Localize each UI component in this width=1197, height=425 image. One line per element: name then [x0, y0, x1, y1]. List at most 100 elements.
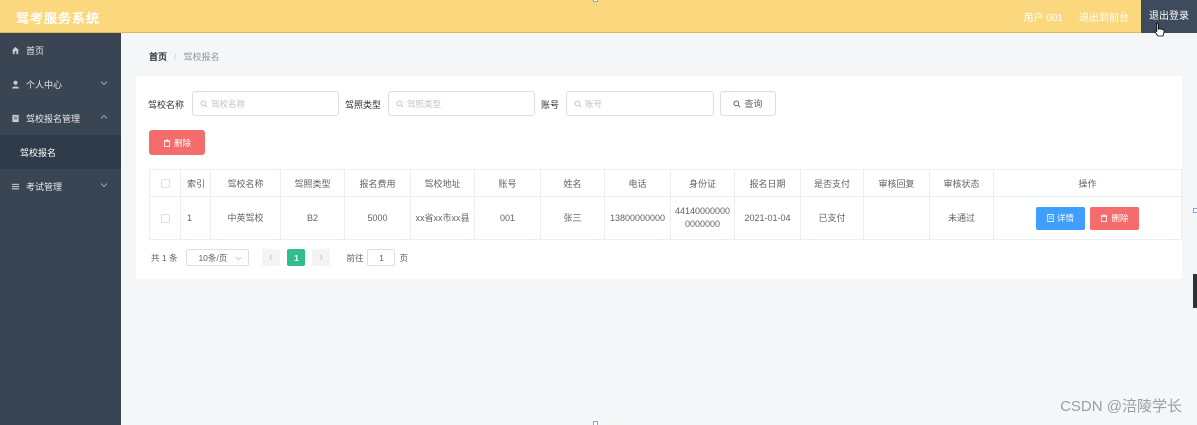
breadcrumb-current: 驾校报名: [183, 52, 220, 62]
table-row: 1 中英驾校 B2 5000 xx省xx市xx县 001 张三 13800000…: [149, 196, 1182, 240]
selection-handle: [593, 0, 598, 2]
cell-phone: 13800000000: [604, 196, 671, 240]
account-label: 账号: [541, 100, 560, 110]
query-button[interactable]: 查询: [720, 91, 776, 116]
sidebar-item-label: 驾校报名管理: [26, 113, 81, 124]
cell-id-card: 441400000000000000: [670, 196, 735, 240]
cell-review-reply: [863, 196, 930, 240]
header-id-card: 身份证: [670, 169, 735, 197]
document-icon: [1047, 214, 1054, 222]
row-checkbox[interactable]: [160, 213, 170, 223]
pagination-total: 共 1 条: [151, 252, 178, 263]
logout-button[interactable]: 退出登录: [1141, 0, 1197, 33]
header-license-type: 驾照类型: [280, 169, 345, 197]
license-type-label: 驾照类型: [345, 100, 382, 110]
top-right-links: 用户 001 退出到前台 退出登录: [1016, 0, 1197, 33]
header-review-status: 审核状态: [929, 169, 994, 197]
table-header-row: 索引 驾校名称 驾照类型 报名费用 驾校地址 账号 姓名 电话 身份证 报名日期…: [149, 169, 1182, 197]
header-paid: 是否支付: [800, 169, 864, 197]
chevron-left-icon: [269, 254, 274, 261]
menu-icon: [10, 181, 20, 191]
user-icon: [10, 79, 20, 89]
account-input[interactable]: 账号: [566, 91, 714, 116]
goto-label: 前往: [346, 252, 364, 263]
chevron-down-icon: [100, 81, 108, 86]
cell-school-name: 中英驾校: [210, 196, 281, 240]
batch-delete-button[interactable]: 删除: [149, 130, 205, 155]
license-type-input[interactable]: 驾照类型: [388, 91, 535, 116]
header-actions: 操作: [993, 169, 1182, 197]
row-checkbox-cell[interactable]: [149, 196, 181, 240]
breadcrumb: 首页 / 驾校报名: [149, 50, 220, 63]
pagination: 共 1 条 10条/页 1 前往 1 页: [151, 249, 408, 266]
prev-page-button[interactable]: [262, 249, 281, 266]
header-account: 账号: [474, 169, 541, 197]
header-fee: 报名费用: [344, 169, 411, 197]
header-address: 驾校地址: [410, 169, 475, 197]
trash-icon: [163, 138, 171, 147]
header-index: 索引: [180, 169, 211, 197]
school-name-placeholder: 驾校名称: [211, 98, 246, 109]
header-review-reply: 审核回复: [863, 169, 930, 197]
row-delete-button[interactable]: 删除: [1090, 206, 1139, 230]
sidebar-item-school-signup[interactable]: 驾校报名: [0, 135, 121, 169]
main-panel: 驾校名称 驾校名称 驾照类型 驾照类型 账号 账号 查询 删除 索引 驾校名称 …: [136, 76, 1182, 279]
cell-review-status: 未通过: [929, 196, 994, 240]
detail-button[interactable]: 详情: [1036, 206, 1085, 230]
school-name-input[interactable]: 驾校名称: [192, 91, 339, 116]
sidebar-item-label: 考试管理: [26, 181, 63, 192]
home-icon: [10, 45, 20, 55]
header-school-name: 驾校名称: [210, 169, 281, 197]
goto-page-input[interactable]: 1: [367, 249, 396, 266]
school-name-label: 驾校名称: [148, 100, 185, 110]
cell-actions: 详情 删除: [993, 196, 1182, 240]
header-date: 报名日期: [734, 169, 801, 197]
query-button-label: 查询: [744, 99, 763, 109]
trash-icon: [1101, 214, 1108, 222]
sidebar-item-label: 个人中心: [26, 79, 63, 90]
cell-license-type: B2: [280, 196, 345, 240]
header-name: 姓名: [540, 169, 605, 197]
cell-address: xx省xx市xx县: [410, 196, 475, 240]
header-phone: 电话: [604, 169, 671, 197]
cell-name: 张三: [540, 196, 605, 240]
top-bar: 驾考服务系统 用户 001 退出到前台 退出登录: [0, 0, 1197, 33]
license-type-placeholder: 驾照类型: [407, 98, 442, 109]
cell-paid: 已支付: [800, 196, 864, 240]
chevron-down-icon: [236, 256, 242, 261]
signup-table: 索引 驾校名称 驾照类型 报名费用 驾校地址 账号 姓名 电话 身份证 报名日期…: [149, 169, 1182, 240]
cell-index: 1: [180, 196, 211, 240]
sidebar-item-exam-management[interactable]: 考试管理: [0, 169, 121, 203]
scrollbar-thumb[interactable]: [1193, 274, 1197, 308]
search-icon: [200, 99, 208, 108]
user-label: 用户 001: [1023, 13, 1063, 24]
sidebar-item-personal-center[interactable]: 个人中心: [0, 67, 121, 101]
sidebar-item-school-signup-management[interactable]: 驾校报名管理: [0, 101, 121, 135]
selection-handle: [593, 421, 598, 425]
next-page-button[interactable]: [312, 249, 331, 266]
chevron-right-icon: [319, 254, 324, 261]
sidebar-item-home[interactable]: 首页: [0, 33, 121, 67]
mouse-pointer-icon: [1154, 22, 1165, 37]
sidebar-item-label: 首页: [26, 45, 45, 56]
page-suffix-label: 页: [399, 252, 408, 263]
page-size-select[interactable]: 10条/页: [186, 249, 250, 266]
search-icon: [396, 99, 404, 108]
cell-account: 001: [474, 196, 541, 240]
search-icon: [733, 99, 742, 108]
breadcrumb-separator: /: [174, 51, 177, 62]
select-all-checkbox[interactable]: [160, 179, 170, 189]
row-delete-label: 删除: [1111, 212, 1129, 223]
page-number-current[interactable]: 1: [287, 249, 306, 266]
chevron-down-icon: [100, 183, 108, 188]
search-icon: [574, 99, 582, 108]
document-icon: [10, 113, 20, 123]
sidebar-item-label: 驾校报名: [20, 147, 57, 158]
select-all-checkbox-cell[interactable]: [149, 169, 181, 197]
account-placeholder: 账号: [585, 98, 603, 109]
breadcrumb-home[interactable]: 首页: [149, 50, 167, 63]
page-size-value: 10条/页: [198, 252, 228, 263]
back-to-front-link[interactable]: 退出到前台: [1071, 9, 1137, 24]
detail-button-label: 详情: [1056, 212, 1074, 223]
batch-delete-label: 删除: [173, 137, 191, 148]
